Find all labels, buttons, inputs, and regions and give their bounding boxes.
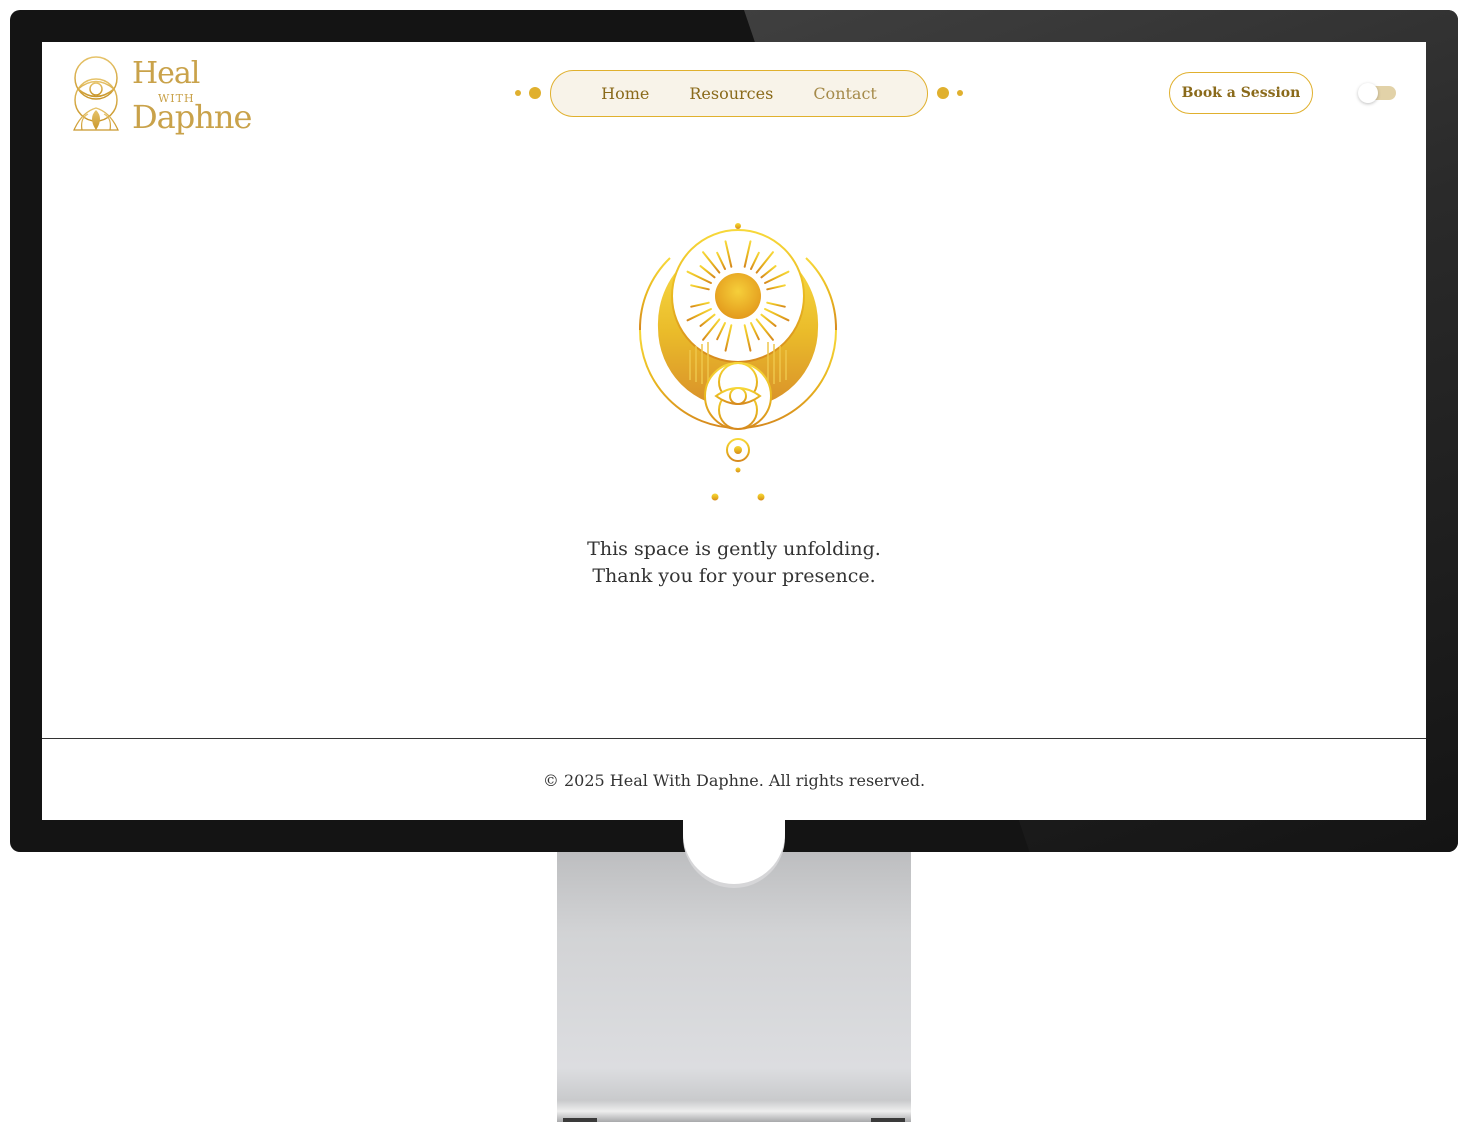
stand-foot: [563, 1118, 597, 1122]
nav-home[interactable]: Home: [601, 84, 649, 103]
nav-dot-decoration: [937, 87, 949, 99]
toggle-knob: [1358, 83, 1378, 103]
stand-foot: [871, 1118, 905, 1122]
footer-copyright: © 2025 Heal With Daphne. All rights rese…: [542, 771, 926, 790]
nav-resources[interactable]: Resources: [689, 84, 773, 103]
unfolding-message: This space is gently unfolding. Thank yo…: [42, 536, 1426, 590]
nav-dot-decoration: [957, 90, 963, 96]
nav-dot-decoration: [529, 87, 541, 99]
theme-toggle[interactable]: [1358, 83, 1396, 103]
message-line-2: Thank you for your presence.: [592, 565, 876, 587]
book-session-button[interactable]: Book a Session: [1169, 72, 1313, 114]
message-line-1: This space is gently unfolding.: [587, 538, 881, 560]
stand-cutout: [683, 812, 785, 884]
logo-daphne: Daphne: [132, 98, 252, 136]
website-screen: Heal WITH Daphne Home Resources Contact …: [42, 42, 1426, 820]
footer-divider: [42, 738, 1426, 739]
lotus-eye-logo-icon: [73, 56, 119, 131]
main-nav: Home Resources Contact: [550, 70, 928, 117]
nav-dot-decoration: [515, 90, 521, 96]
nav-contact[interactable]: Contact: [813, 84, 877, 103]
monitor-stand: [557, 812, 911, 1122]
monitor-frame: Heal WITH Daphne Home Resources Contact …: [10, 10, 1458, 852]
logo-heal: Heal: [132, 56, 200, 91]
site-logo[interactable]: Heal WITH Daphne: [68, 52, 258, 136]
sun-moon-eye-emblem-icon: [638, 223, 838, 501]
